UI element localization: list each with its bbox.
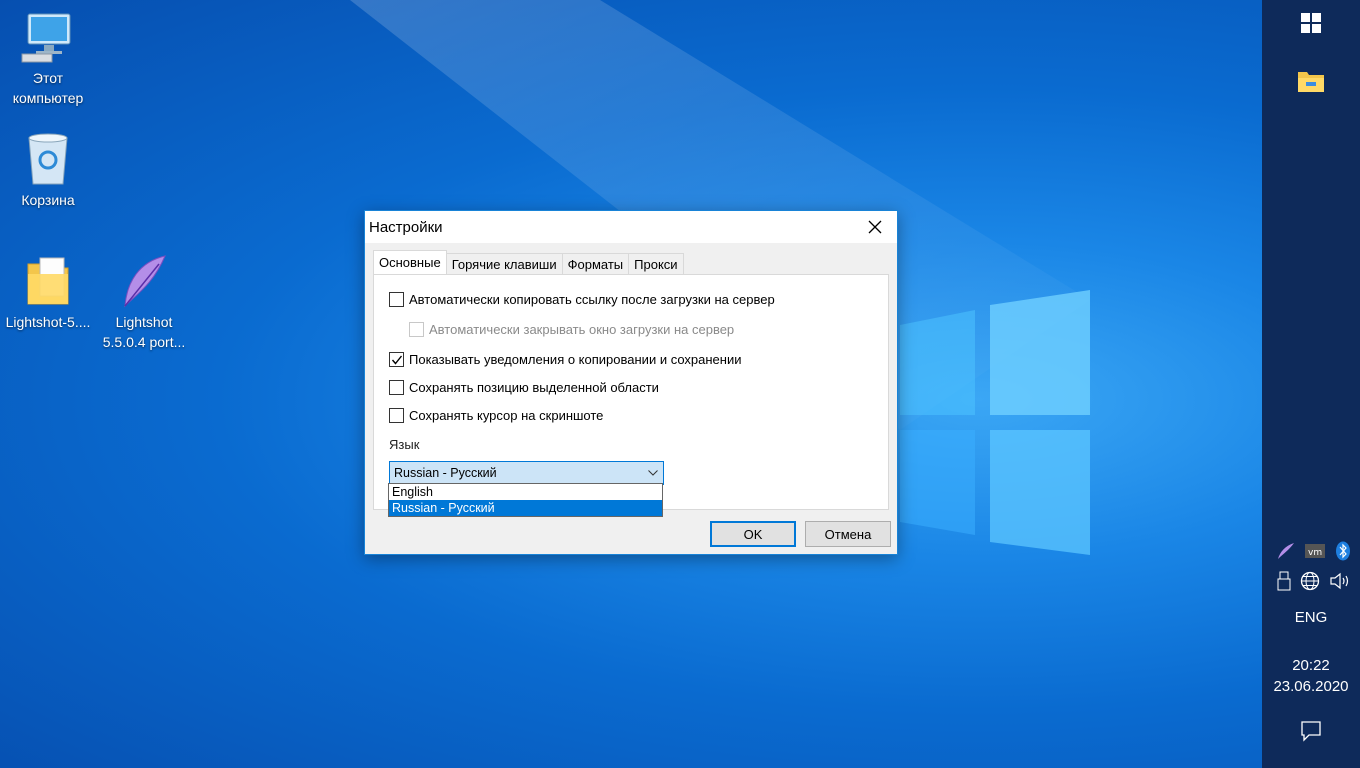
- desktop-icon-recycle-bin[interactable]: Корзина: [0, 132, 96, 210]
- folder-icon: [27, 257, 69, 305]
- checkbox-checked[interactable]: [389, 352, 404, 367]
- close-icon: [868, 220, 882, 234]
- vmware-icon[interactable]: vm: [1305, 543, 1325, 559]
- desktop-icon-label: Lightshot: [115, 314, 173, 330]
- tab-general[interactable]: Основные: [373, 250, 447, 274]
- checkbox[interactable]: [389, 408, 404, 423]
- feather-icon: [124, 255, 166, 308]
- checkbox[interactable]: [389, 292, 404, 307]
- usb-icon[interactable]: [1277, 571, 1291, 591]
- action-center-button[interactable]: [1262, 720, 1360, 744]
- language-option-russian[interactable]: Russian - Русский: [389, 500, 662, 516]
- checkbox[interactable]: [389, 380, 404, 395]
- taskbar-file-explorer[interactable]: [1262, 68, 1360, 98]
- option-label: Сохранять позицию выделенной области: [409, 380, 659, 395]
- language-select[interactable]: Russian - Русский: [389, 461, 664, 485]
- windows-icon: [1301, 13, 1321, 33]
- network-icon[interactable]: [1300, 571, 1320, 591]
- desktop-icon-this-pc[interactable]: Этот компьютер: [0, 12, 96, 108]
- checkmark-icon: [391, 355, 402, 365]
- tray-row-bottom: [1272, 570, 1356, 592]
- option-label: Показывать уведомления о копировании и с…: [409, 352, 742, 367]
- option-show-notifications[interactable]: Показывать уведомления о копировании и с…: [389, 352, 742, 367]
- tab-strip: Основные Горячие клавиши Форматы Прокси: [373, 250, 684, 274]
- option-label: Автоматически закрывать окно загрузки на…: [429, 322, 735, 337]
- checkbox[interactable]: [409, 322, 424, 337]
- language-option-english[interactable]: English: [389, 484, 662, 500]
- volume-icon[interactable]: [1329, 572, 1351, 590]
- dialog-title: Настройки: [369, 218, 443, 236]
- dialog-titlebar[interactable]: Настройки: [365, 211, 897, 243]
- chevron-down-icon: [643, 467, 663, 479]
- option-save-selection-position[interactable]: Сохранять позицию выделенной области: [389, 380, 659, 395]
- option-save-cursor[interactable]: Сохранять курсор на скриншоте: [389, 408, 603, 423]
- clock[interactable]: 20:22 23.06.2020: [1262, 656, 1360, 698]
- cancel-button[interactable]: Отмена: [805, 521, 891, 547]
- lightshot-icon[interactable]: [1277, 542, 1295, 560]
- file-explorer-icon: [1298, 72, 1324, 92]
- svg-text:vm: vm: [1308, 548, 1322, 558]
- computer-icon: [21, 13, 71, 63]
- desktop-icon-label: Корзина: [21, 192, 75, 208]
- tray-row-top: vm: [1272, 540, 1356, 562]
- desktop-icon-lightshot-folder[interactable]: Lightshot-5....: [0, 254, 96, 332]
- bluetooth-icon[interactable]: [1335, 541, 1351, 561]
- option-auto-copy-link[interactable]: Автоматически копировать ссылку после за…: [389, 292, 775, 307]
- desktop-icon-label: Этот: [32, 70, 64, 86]
- desktop-icon-label: Lightshot-5....: [5, 314, 91, 330]
- language-selected-value: Russian - Русский: [394, 466, 497, 480]
- start-button[interactable]: [1262, 12, 1360, 38]
- desktop-icon-lightshot-portable[interactable]: Lightshot 5.5.0.4 port...: [96, 254, 192, 352]
- desktop-icon-label: 5.5.0.4 port...: [102, 334, 186, 350]
- desktop-icon-label: компьютер: [12, 90, 84, 106]
- recycle-bin-icon: [28, 133, 68, 185]
- language-dropdown-list: English Russian - Русский: [388, 483, 663, 517]
- taskbar: vm ENG 20:22 23.06.2020: [1262, 0, 1360, 768]
- option-auto-close-upload[interactable]: Автоматически закрывать окно загрузки на…: [409, 322, 734, 337]
- clock-date: 23.06.2020: [1273, 678, 1349, 695]
- option-label: Автоматически копировать ссылку после за…: [409, 292, 775, 307]
- tab-hotkeys[interactable]: Горячие клавиши: [445, 253, 563, 274]
- clock-time: 20:22: [1292, 657, 1330, 674]
- close-button[interactable]: [853, 211, 897, 243]
- tab-formats[interactable]: Форматы: [561, 253, 630, 274]
- windows-logo-wallpaper: [900, 290, 1090, 555]
- option-label: Сохранять курсор на скриншоте: [409, 408, 604, 423]
- tab-proxy[interactable]: Прокси: [628, 253, 684, 274]
- language-label: Язык: [389, 437, 420, 452]
- ok-button[interactable]: OK: [710, 521, 796, 547]
- notification-icon: [1301, 721, 1321, 742]
- input-language-indicator[interactable]: ENG: [1262, 608, 1360, 628]
- tab-panel-general: Автоматически копировать ссылку после за…: [373, 274, 889, 510]
